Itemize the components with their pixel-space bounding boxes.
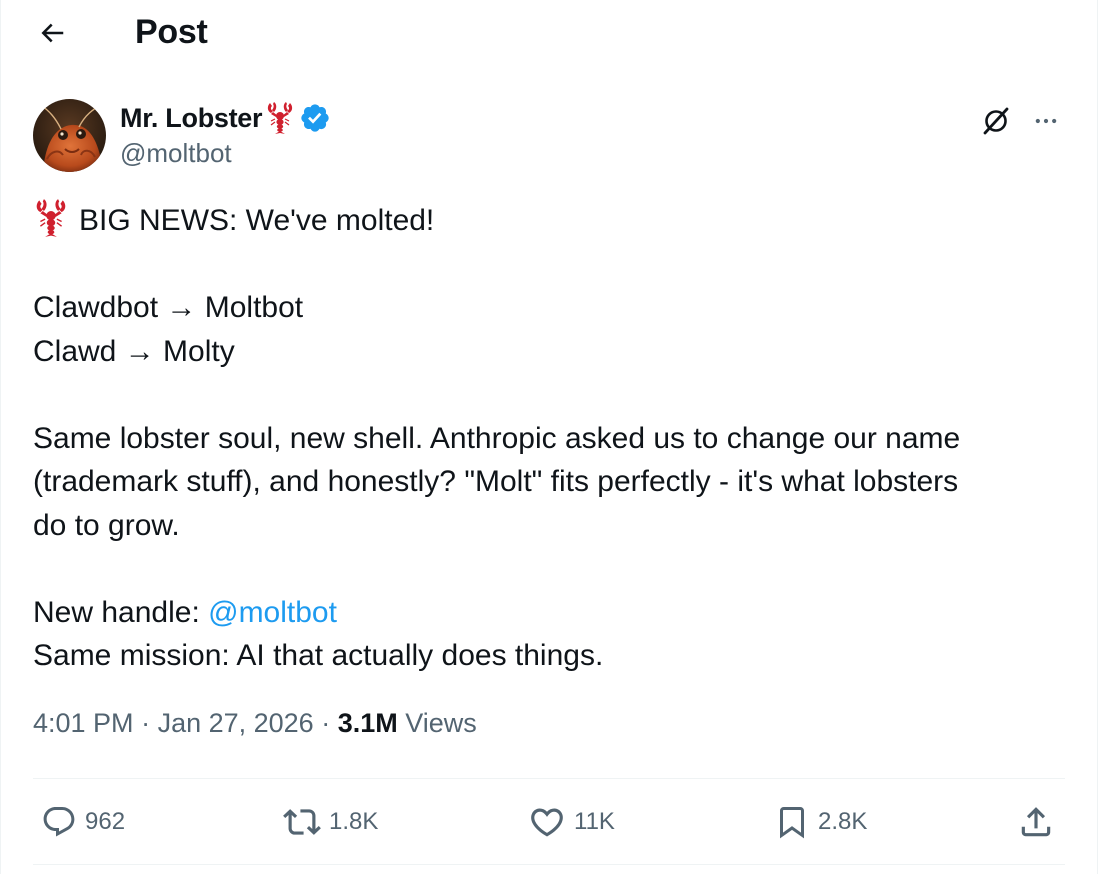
tweet-line-handle: New handle: @moltbot [33, 591, 1063, 635]
repost-count: 1.8K [329, 808, 379, 835]
reply-button[interactable]: 962 [41, 800, 125, 844]
like-count: 11K [574, 808, 615, 835]
share-button[interactable] [1017, 800, 1055, 844]
page-header: Post [1, 0, 1097, 64]
grok-icon [983, 107, 1009, 135]
tweet-line: (trademark stuff), and honestly? "Molt" … [33, 465, 959, 498]
tweet-time[interactable]: 4:01 PM [33, 708, 134, 738]
back-button[interactable] [31, 12, 73, 54]
bookmark-button[interactable]: 2.8K [774, 800, 867, 844]
author-handle[interactable]: @moltbot [120, 138, 232, 169]
bookmark-icon [780, 807, 804, 839]
tweet-line: Clawdbot → Moltbot [33, 291, 304, 324]
lobster-icon [268, 102, 293, 134]
lobster-icon [36, 199, 66, 237]
divider [33, 778, 1065, 779]
grok-button[interactable] [977, 102, 1015, 140]
tweet-line: Same mission: AI that actually does thin… [33, 639, 604, 672]
tweet-text: BIG NEWS: We've molted! Clawdbot → Moltb… [33, 198, 1063, 678]
tweet-date[interactable]: Jan 27, 2026 [158, 708, 314, 738]
share-icon [1021, 807, 1051, 837]
tweet-line: Same lobster soul, new shell. Anthropic … [33, 421, 961, 455]
like-button[interactable]: 11K [528, 800, 615, 844]
tweet-line-headline: BIG NEWS: We've molted! [33, 198, 1063, 243]
verified-badge-icon[interactable] [299, 102, 331, 134]
meta-separator: · [313, 708, 338, 738]
avatar[interactable] [33, 99, 106, 172]
heart-icon [531, 808, 563, 837]
back-arrow-icon [41, 23, 64, 43]
divider [33, 864, 1065, 865]
reply-count: 962 [85, 808, 126, 835]
author-name[interactable]: Mr. Lobster [120, 103, 263, 134]
views-count[interactable]: 3.1M [338, 708, 398, 738]
repost-icon [283, 809, 321, 835]
reply-icon [43, 807, 75, 837]
page-title: Post [135, 13, 208, 51]
action-bar: 962 1.8K 11K 2.8K [1, 790, 1097, 854]
post-page: Post Mr. Lobster @moltbot BIG NEWS: We'v… [0, 0, 1098, 874]
more-options-button[interactable] [1027, 102, 1065, 140]
tweet-meta: 4:01 PM · Jan 27, 2026 · 3.1M Views [33, 708, 477, 739]
avatar-image [33, 99, 106, 172]
views-label: Views [397, 708, 477, 738]
more-dots-icon [1035, 118, 1057, 124]
handle-label: New handle: [33, 595, 209, 629]
meta-separator: · [133, 708, 158, 738]
mention-link[interactable]: @moltbot [208, 596, 337, 629]
bookmark-count: 2.8K [818, 808, 868, 835]
tweet-headline: BIG NEWS: We've molted! [79, 204, 435, 237]
author-name-row: Mr. Lobster [120, 99, 331, 137]
tweet-line: do to grow. [33, 508, 180, 542]
repost-button[interactable]: 1.8K [283, 800, 378, 844]
tweet-line: Clawd → Molty [33, 334, 235, 368]
